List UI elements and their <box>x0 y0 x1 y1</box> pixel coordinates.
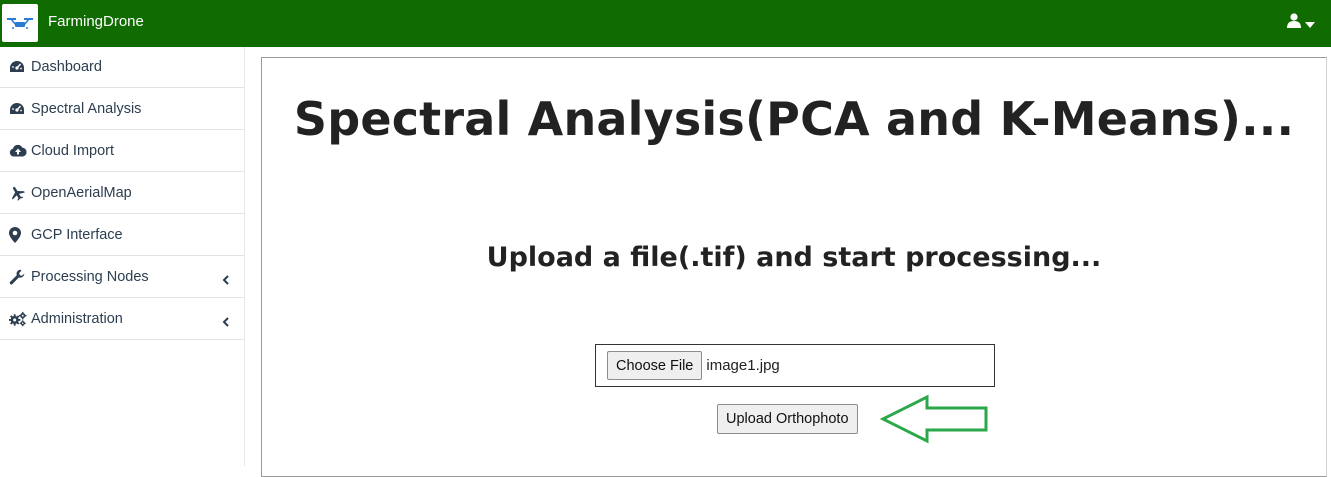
wrench-icon <box>9 269 27 285</box>
sidebar-item-label: Administration <box>31 310 123 327</box>
sidebar-item-spectral-analysis[interactable]: Spectral Analysis <box>0 88 244 130</box>
page-subtitle: Upload a file(.tif) and start processing… <box>486 242 1102 273</box>
gears-icon <box>9 311 27 327</box>
sidebar-item-label: Processing Nodes <box>31 268 149 285</box>
user-menu-button[interactable] <box>1287 13 1315 32</box>
plane-icon <box>9 185 27 201</box>
caret-down-icon <box>1305 13 1315 32</box>
sidebar-item-cloud-import[interactable]: Cloud Import <box>0 130 244 172</box>
upload-orthophoto-button[interactable]: Upload Orthophoto <box>717 404 858 434</box>
arrow-left-outline-icon <box>879 394 990 448</box>
chevron-left-icon <box>222 270 229 289</box>
chevron-left-icon <box>222 312 229 331</box>
sidebar-item-administration[interactable]: Administration <box>0 298 244 340</box>
sidebar-item-dashboard[interactable]: Dashboard <box>0 47 244 88</box>
map-marker-icon <box>9 226 27 243</box>
sidebar-item-label: Dashboard <box>31 59 102 75</box>
file-input[interactable]: Choose File image1.jpg <box>595 344 995 387</box>
sidebar-item-openaerialmap[interactable]: OpenAerialMap <box>0 172 244 214</box>
drone-logo-icon[interactable] <box>2 4 38 42</box>
sidebar-item-label: Spectral Analysis <box>31 100 142 117</box>
sidebar-item-label: Cloud Import <box>31 142 115 159</box>
top-navbar: FarmingDrone <box>0 0 1331 47</box>
dashboard-gauge-icon <box>9 101 27 117</box>
sidebar-item-label: OpenAerialMap <box>31 184 132 201</box>
user-icon <box>1287 13 1301 32</box>
cloud-upload-icon <box>9 143 27 159</box>
dashboard-gauge-icon <box>9 59 27 75</box>
sidebar: Dashboard Spectral Analysis Cloud Import <box>0 47 245 466</box>
choose-file-button[interactable]: Choose File <box>607 351 703 380</box>
sidebar-item-gcp-interface[interactable]: GCP Interface <box>0 214 244 256</box>
selected-file-name: image1.jpg <box>706 357 780 374</box>
main-panel: Spectral Analysis(PCA and K-Means)... Up… <box>261 57 1327 477</box>
page-title: Spectral Analysis(PCA and K-Means)... <box>293 92 1295 146</box>
sidebar-item-processing-nodes[interactable]: Processing Nodes <box>0 256 244 298</box>
brand-name[interactable]: FarmingDrone <box>48 13 144 30</box>
sidebar-item-label: GCP Interface <box>31 226 123 243</box>
